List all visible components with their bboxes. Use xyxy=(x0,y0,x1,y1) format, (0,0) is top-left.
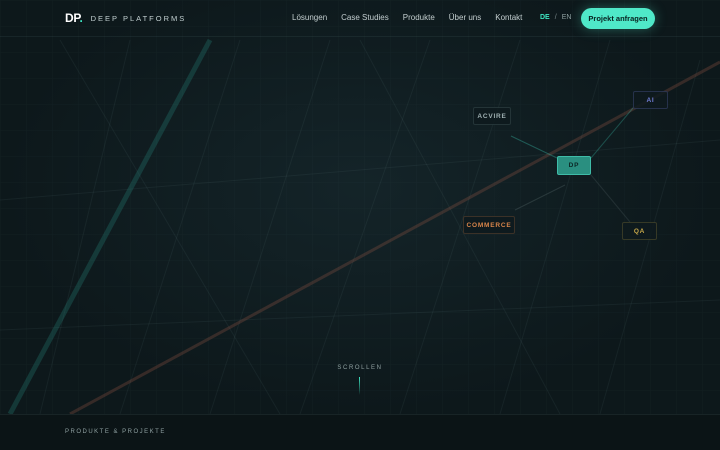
network-background xyxy=(0,0,720,414)
language-en[interactable]: EN xyxy=(562,14,572,21)
node-dp[interactable]: DP xyxy=(557,156,591,175)
scroll-hint[interactable]: SCROLLEN xyxy=(0,365,720,371)
products-section: PRODUKTE & PROJEKTE xyxy=(0,414,720,450)
logo-mark: DP. xyxy=(65,11,83,25)
section-label: PRODUKTE & PROJEKTE xyxy=(65,429,166,435)
language-switcher: DE / EN xyxy=(540,14,571,21)
nav-item-kontakt[interactable]: Kontakt xyxy=(495,13,522,22)
scroll-indicator-line xyxy=(359,377,360,395)
node-acvire[interactable]: ACVIRE xyxy=(473,107,511,125)
nav-item-ueber-uns[interactable]: Über uns xyxy=(449,13,481,22)
node-commerce[interactable]: COMMERCE xyxy=(463,216,515,234)
nav-item-loesungen[interactable]: Lösungen xyxy=(292,13,327,22)
nav-item-produkte[interactable]: Produkte xyxy=(403,13,435,22)
node-qa[interactable]: QA xyxy=(622,222,657,240)
hero-section: DP. DEEP PLATFORMS Lösungen Case Studies… xyxy=(0,0,720,414)
brand-name: DEEP PLATFORMS xyxy=(90,14,187,23)
language-separator: / xyxy=(554,14,557,21)
main-nav: Lösungen Case Studies Produkte Über uns … xyxy=(292,13,522,22)
language-de[interactable]: DE xyxy=(540,14,550,21)
request-project-button[interactable]: Projekt anfragen xyxy=(581,8,655,29)
top-navigation-bar: DP. DEEP PLATFORMS Lösungen Case Studies… xyxy=(0,0,720,37)
node-ai[interactable]: AI xyxy=(633,91,668,109)
nav-item-case-studies[interactable]: Case Studies xyxy=(341,13,389,22)
brand-logo[interactable]: DP. DEEP PLATFORMS xyxy=(65,11,186,25)
